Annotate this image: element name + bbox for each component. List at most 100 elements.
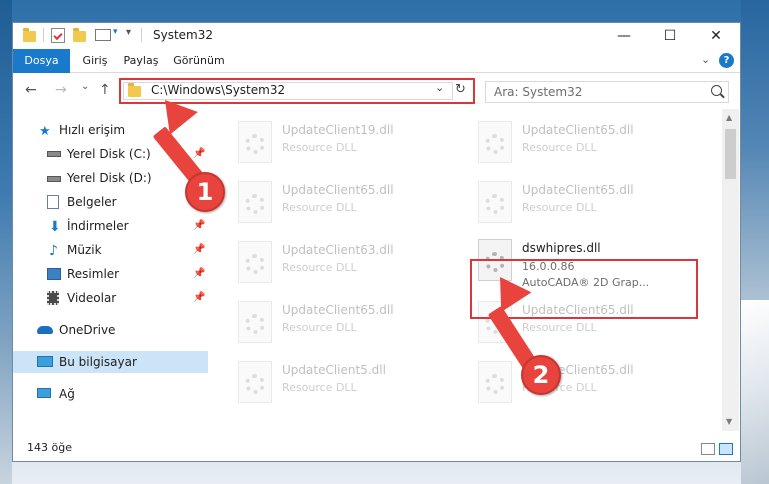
dll-file-icon [478,361,512,403]
sidebar-item-music[interactable]: ♪ Müzik 📌 [13,239,208,261]
sidebar-item-label: OneDrive [59,323,116,337]
file-item[interactable]: UpdateClient65.dll Resource DLL [450,175,680,231]
explorer-window: ▾ ▾ System32 — ☐ ✕ Dosya Giriş Paylaş Gö… [12,22,741,462]
annotation-badge-1: 1 [185,172,225,212]
scroll-thumb[interactable] [725,129,736,179]
scroll-down-button[interactable]: ▼ [726,417,732,426]
vertical-scrollbar[interactable]: ▲ ▼ [722,109,739,431]
sidebar-item-downloads[interactable]: ⬇ İndirmeler 📌 [13,215,208,237]
sidebar-item-this-pc[interactable]: Bu bilgisayar [13,351,208,373]
new-folder-icon[interactable] [73,28,86,42]
sidebar-item-label: Resimler [67,267,120,281]
sidebar-item-label: Yerel Disk (D:) [67,171,152,185]
sidebar-item-label: İndirmeler [67,219,129,233]
file-name: UpdateClient5.dll [282,363,386,377]
sidebar-item-label: Ağ [59,387,75,401]
pin-icon[interactable]: 📌 [193,215,205,237]
file-name: UpdateClient63.dll [282,243,394,257]
sidebar-item-label: Hızlı erişim [59,123,126,137]
expand-ribbon-icon[interactable]: ⌄ [701,53,710,66]
file-item[interactable]: UpdateClient65.dll Resource DLL [210,295,440,351]
annotation-badge-2: 2 [521,355,561,395]
pin-icon[interactable]: 📌 [193,263,205,285]
desktop-mountain [741,300,769,484]
file-item[interactable]: UpdateClient65.dll Resource DLL [210,175,440,231]
forward-button[interactable]: → [55,82,67,98]
computer-icon [37,356,53,367]
title-separator [141,28,142,42]
pin-icon[interactable]: 📌 [193,239,205,261]
drive-icon [47,151,61,157]
sidebar-item-label: Belgeler [67,195,117,209]
refresh-icon[interactable]: ↻ [455,82,466,97]
file-name: UpdateClient65.dll [282,303,394,317]
back-button[interactable]: ← [25,82,37,98]
window-title: System32 [153,28,214,42]
status-bar: 143 öğe [13,431,740,461]
dll-file-icon [238,361,272,403]
sidebar-item-disk-d[interactable]: Yerel Disk (D:) [13,167,208,189]
file-description: Resource DLL [282,381,357,394]
dll-file-icon [478,181,512,223]
navigation-bar: ← → ⌄ ↑ C:\Windows\System32 ⌄ ↻ Ara: Sys… [13,73,740,109]
checkmark-icon [53,30,63,41]
file-name: UpdateClient65.dll [282,183,394,197]
dll-file-icon [478,121,512,163]
chevron-down-icon[interactable]: ▾ [113,27,118,43]
sidebar-item-videos[interactable]: Videolar 📌 [13,287,208,309]
maximize-button[interactable]: ☐ [647,23,693,49]
gear-icon [245,194,265,214]
folder-icon [128,83,141,97]
sidebar-item-onedrive[interactable]: OneDrive [13,319,208,341]
file-item[interactable]: UpdateClient65.dll Resource DLL [450,355,680,411]
file-item[interactable]: UpdateClient63.dll Resource DLL [210,235,440,291]
search-input[interactable]: Ara: System32 [494,85,582,99]
customize-toolbar-icon[interactable]: ▾ [126,27,131,43]
tab-home[interactable]: Giriş [75,49,115,73]
help-icon[interactable]: ? [719,53,734,68]
close-button[interactable]: ✕ [693,23,739,49]
pin-icon[interactable]: 📌 [193,287,205,309]
properties-icon[interactable] [51,28,65,43]
video-icon [47,291,59,305]
search-icon[interactable] [711,85,722,96]
details-view-button[interactable] [701,443,715,455]
large-icons-view-button[interactable] [719,443,733,455]
file-description: Resource DLL [282,141,357,154]
gear-icon [485,134,505,154]
drive-icon [47,176,61,182]
file-item[interactable]: UpdateClient65.dll Resource DLL [450,115,680,171]
tab-view[interactable]: Görünüm [169,49,229,73]
gear-icon [485,374,505,394]
sidebar-item-label: Videolar [67,291,117,305]
file-item[interactable]: UpdateClient5.dll Resource DLL [210,355,440,411]
search-box[interactable]: Ara: System32 [485,81,729,103]
document-icon [47,195,59,209]
cloud-icon [37,326,53,334]
network-icon [37,388,51,398]
recent-locations-button[interactable]: ⌄ [81,81,89,92]
sidebar-item-documents[interactable]: Belgeler 📌 [13,191,208,213]
sidebar-item-label: Bu bilgisayar [59,355,137,369]
gear-icon [245,374,265,394]
pictures-icon [47,268,61,280]
title-separator [43,28,44,42]
gear-icon [245,134,265,154]
dll-file-icon [238,301,272,343]
dll-file-icon [238,241,272,283]
pin-icon[interactable]: 📌 [193,143,205,165]
sidebar-item-pictures[interactable]: Resimler 📌 [13,263,208,285]
folder-icon [23,28,36,42]
tab-share[interactable]: Paylaş [117,49,165,73]
file-item[interactable]: UpdateClient19.dll Resource DLL [210,115,440,171]
gear-icon [245,314,265,334]
minimize-button[interactable]: — [601,23,647,49]
file-description: Resource DLL [522,321,597,334]
address-dropdown-icon[interactable]: ⌄ [435,81,444,94]
ribbon-tabs: Dosya Giriş Paylaş Görünüm ⌄ ? [13,49,740,105]
view-details-icon[interactable] [95,29,111,41]
sidebar-item-network[interactable]: Ağ [13,383,208,405]
up-button[interactable]: ↑ [99,82,111,98]
file-name: UpdateClient19.dll [282,123,394,137]
scroll-up-button[interactable]: ▲ [726,113,732,122]
